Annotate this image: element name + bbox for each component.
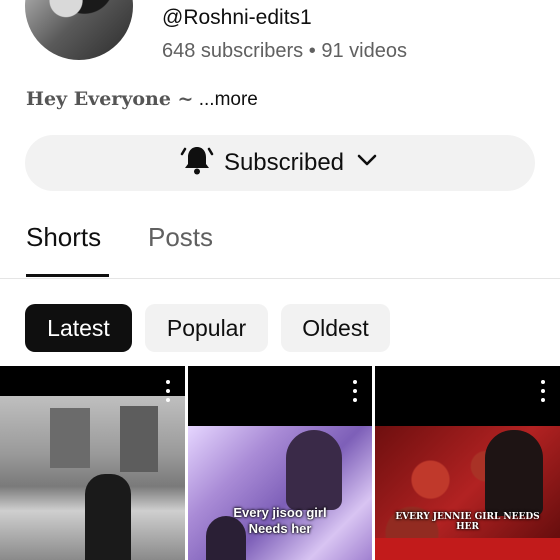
active-tab-indicator bbox=[26, 274, 109, 277]
chevron-down-icon bbox=[354, 147, 380, 180]
window-shape bbox=[120, 406, 158, 472]
tab-shorts[interactable]: Shorts bbox=[26, 222, 101, 253]
channel-avatar[interactable] bbox=[25, 0, 133, 60]
person-silhouette bbox=[485, 430, 543, 516]
channel-handle: @Roshni-edits1 bbox=[162, 6, 312, 29]
subscribed-button[interactable]: Subscribed bbox=[25, 135, 535, 191]
short-thumbnail-1[interactable] bbox=[0, 366, 185, 560]
person-silhouette bbox=[286, 430, 342, 510]
bell-icon bbox=[180, 143, 214, 184]
more-options-icon[interactable] bbox=[165, 380, 171, 402]
thumbnail-strip bbox=[375, 538, 560, 560]
filter-oldest[interactable]: Oldest bbox=[281, 304, 390, 352]
subscriber-count: 648 subscribers bbox=[162, 40, 304, 62]
video-count: 91 videos bbox=[321, 40, 407, 62]
caption-line: Every jisoo girl bbox=[233, 505, 327, 520]
short-caption: EVERY JENNIE GIRL NEEDS HER bbox=[375, 512, 560, 532]
subscribed-label: Subscribed bbox=[223, 149, 345, 176]
short-caption: Every jisoo girl Needs her bbox=[188, 505, 372, 537]
short-thumbnail-3[interactable]: EVERY JENNIE GIRL NEEDS HER bbox=[375, 366, 560, 560]
more-options-icon[interactable] bbox=[540, 380, 546, 402]
channel-tabs: Shorts Posts bbox=[0, 222, 560, 279]
description-text: Hey Everyone ~ bbox=[26, 88, 194, 110]
stats-separator: • bbox=[308, 40, 316, 62]
channel-description[interactable]: Hey Everyone ~ ...more bbox=[26, 88, 258, 111]
caption-line: Needs her bbox=[248, 521, 312, 536]
caption-line: EVERY JENNIE GIRL NEEDS bbox=[395, 512, 540, 522]
more-options-icon[interactable] bbox=[352, 380, 358, 402]
filter-latest[interactable]: Latest bbox=[25, 304, 132, 352]
channel-stats: 648 subscribers • 91 videos bbox=[162, 40, 407, 63]
person-silhouette bbox=[85, 474, 131, 560]
window-shape bbox=[50, 408, 90, 468]
short-thumbnail-2[interactable]: Every jisoo girl Needs her bbox=[188, 366, 372, 560]
tab-posts[interactable]: Posts bbox=[148, 222, 213, 253]
caption-line: HER bbox=[456, 522, 479, 532]
filter-popular[interactable]: Popular bbox=[145, 304, 268, 352]
more-link[interactable]: ...more bbox=[199, 89, 258, 110]
